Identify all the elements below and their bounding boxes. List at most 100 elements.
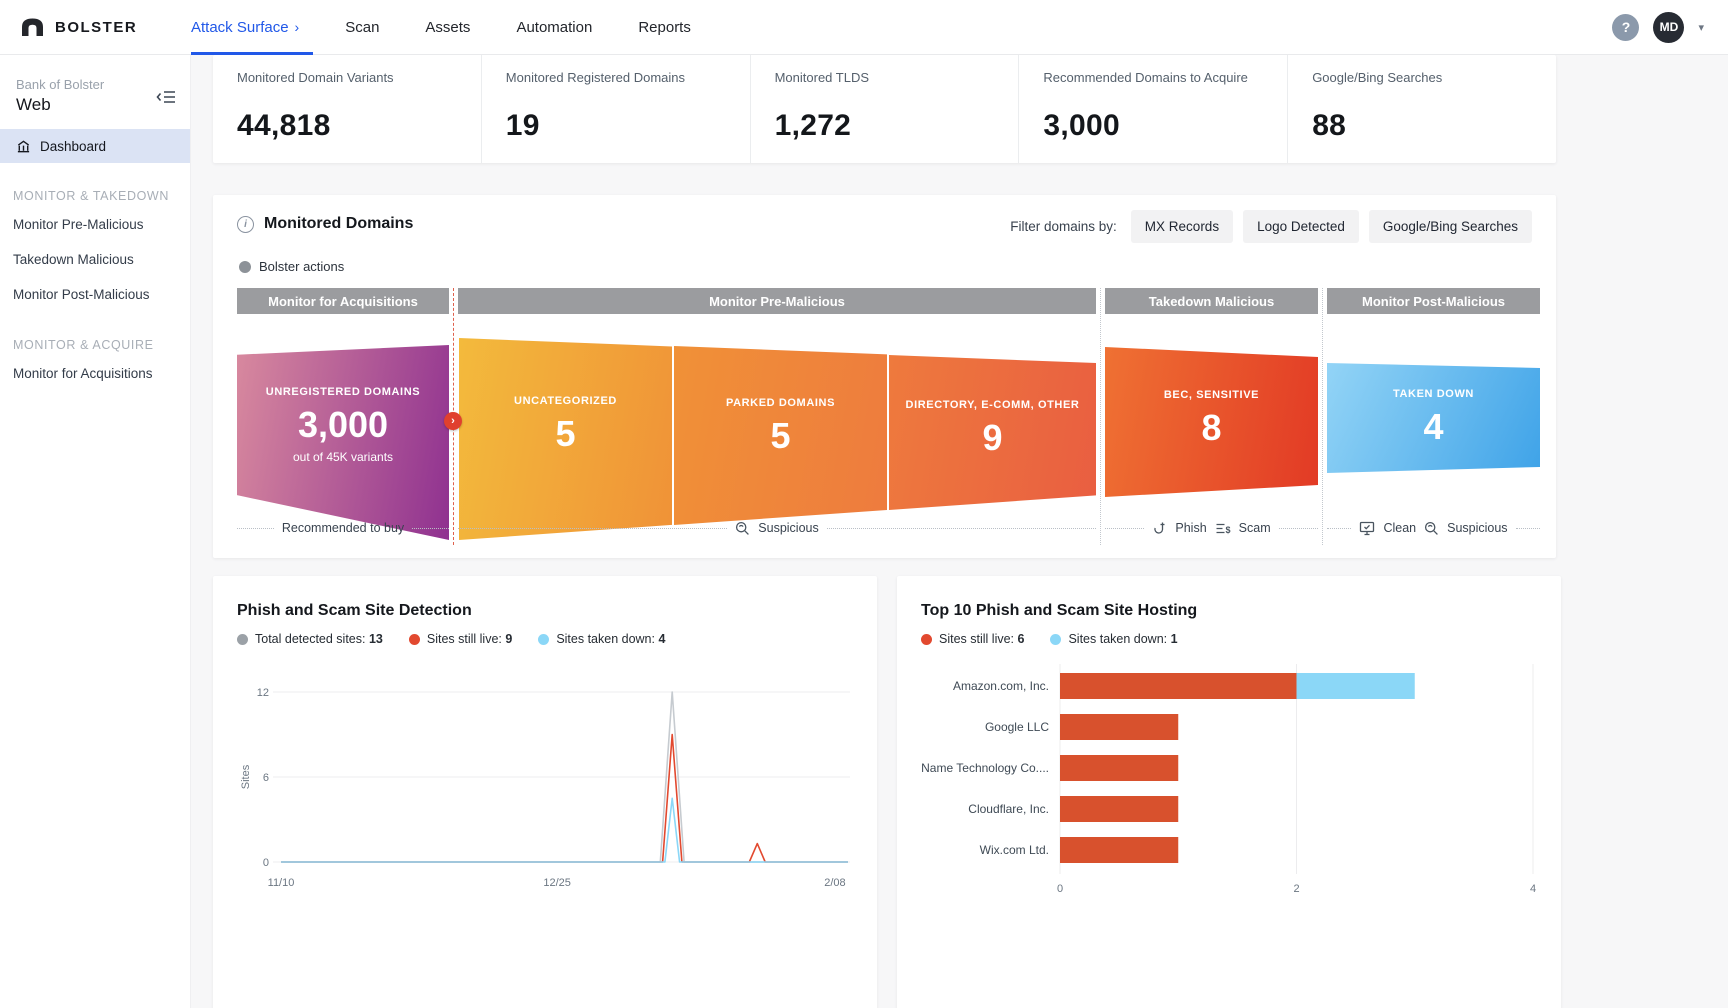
dashboard-bank-icon (16, 139, 31, 154)
y-axis-label: Sites (240, 764, 252, 789)
stage-separator (1100, 288, 1101, 545)
hosting-legend: Sites still live: 6 Sites taken down: 1 (921, 632, 1537, 646)
sidebar-item-label: Dashboard (40, 139, 106, 154)
sidebar-section-monitor-acquire: MONITOR & ACQUIRE (0, 312, 190, 356)
bar-sites-taken-down (1297, 673, 1415, 699)
legend-item: Sites taken down: 1 (1050, 632, 1177, 646)
sidebar-item-takedown-malicious[interactable]: Takedown Malicious (0, 242, 190, 277)
monitored-domains-card: i Monitored Domains Filter domains by: M… (213, 195, 1556, 558)
scam-icon: $ (1215, 521, 1231, 536)
filters-label: Filter domains by: (1010, 219, 1117, 234)
brand[interactable]: BOLSTER (0, 16, 191, 38)
stats-row: Monitored Domain Variants 44,818 Monitor… (213, 55, 1556, 163)
nav-right: ? MD ▾ (1612, 12, 1728, 43)
legend-item: Sites still live: 6 (921, 632, 1024, 646)
clean-icon (1359, 521, 1375, 536)
stage-monitor-pre-malicious: Monitor Pre-Malicious (458, 288, 1096, 314)
bar-sites-still-live (1060, 714, 1178, 740)
active-tab-underline (191, 52, 313, 55)
stat-monitored-domain-variants: Monitored Domain Variants 44,818 (213, 55, 481, 163)
x-tick-label: 2/08 (824, 877, 845, 889)
main-nav: Attack Surface › Scan Assets Automation … (191, 0, 691, 55)
category-label: Wix.com Ltd. (980, 843, 1049, 857)
sidebar-item-monitor-for-acquisitions[interactable]: Monitor for Acquisitions (0, 356, 190, 391)
nav-automation[interactable]: Automation (516, 0, 592, 55)
charts-row: Phish and Scam Site Detection Total dete… (213, 576, 1728, 1008)
stat-value: 44,818 (237, 109, 481, 143)
stat-label: Google/Bing Searches (1312, 70, 1556, 85)
hosting-bar-chart: 024Amazon.com, Inc.Google LLCeName Techn… (921, 656, 1537, 906)
category-label: eName Technology Co.... (921, 761, 1049, 775)
legend-item: Sites taken down: 4 (538, 632, 665, 646)
sidebar-section-monitor-takedown: MONITOR & TAKEDOWN (0, 163, 190, 207)
footer-acquisitions: Recommended to buy (237, 517, 449, 539)
legend-dot (239, 261, 251, 273)
funnel-block-uncategorized[interactable]: UNCATEGORIZED 5 (459, 338, 672, 540)
sidebar-item-monitor-post-malicious[interactable]: Monitor Post-Malicious (0, 277, 190, 312)
chevron-right-icon: › (295, 19, 300, 35)
stage-separator (1322, 288, 1323, 545)
legend-dot (409, 634, 420, 645)
funnel-block-parked-domains[interactable]: PARKED DOMAINS 5 (674, 346, 887, 525)
stat-label: Monitored Registered Domains (506, 70, 750, 85)
main-content: Monitored Domain Variants 44,818 Monitor… (191, 55, 1728, 1008)
y-tick-label: 0 (263, 857, 269, 869)
nav-assets[interactable]: Assets (425, 0, 470, 55)
chart-title: Phish and Scam Site Detection (237, 602, 853, 620)
stat-value: 19 (506, 109, 750, 143)
filter-google-bing-button[interactable]: Google/Bing Searches (1369, 210, 1532, 243)
nav-attack-surface[interactable]: Attack Surface › (191, 0, 299, 55)
detection-line-chart: 061211/1012/252/08Sites (237, 656, 853, 906)
legend-dot (237, 634, 248, 645)
sidebar-collapse-icon[interactable] (156, 89, 176, 110)
chart-title: Top 10 Phish and Scam Site Hosting (921, 602, 1537, 620)
chevron-down-icon[interactable]: ▾ (1698, 21, 1704, 34)
funnel-block-unregistered-domains[interactable]: UNREGISTERED DOMAINS 3,000 out of 45K va… (237, 345, 449, 540)
nav-scan[interactable]: Scan (345, 0, 379, 55)
category-label: Google LLC (985, 720, 1049, 734)
footer-pre-malicious: Suspicious (458, 517, 1096, 539)
org-name: Bank of Bolster (16, 77, 174, 92)
bar-sites-still-live (1060, 673, 1297, 699)
user-avatar[interactable]: MD (1653, 12, 1684, 43)
stage-takedown-malicious: Takedown Malicious (1105, 288, 1318, 314)
x-tick-label: 0 (1057, 883, 1063, 895)
workspace-name: Web (16, 95, 174, 115)
stat-value: 88 (1312, 109, 1556, 143)
sidebar-item-monitor-pre-malicious[interactable]: Monitor Pre-Malicious (0, 207, 190, 242)
funnel-block-taken-down[interactable]: TAKEN DOWN 4 (1327, 363, 1540, 473)
stat-label: Recommended Domains to Acquire (1043, 70, 1287, 85)
stat-google-bing-searches: Google/Bing Searches 88 (1287, 55, 1556, 163)
x-tick-label: 11/10 (268, 877, 295, 889)
workspace-switcher: Bank of Bolster Web (0, 55, 190, 129)
category-label: Amazon.com, Inc. (953, 679, 1049, 693)
phish-scam-detection-card: Phish and Scam Site Detection Total dete… (213, 576, 877, 1008)
stat-label: Monitored Domain Variants (237, 70, 481, 85)
funnel-block-bec-sensitive[interactable]: BEC, SENSITIVE 8 (1105, 347, 1318, 497)
legend-item: Total detected sites: 13 (237, 632, 383, 646)
filter-mx-records-button[interactable]: MX Records (1131, 210, 1233, 243)
filter-logo-detected-button[interactable]: Logo Detected (1243, 210, 1359, 243)
bar-sites-still-live (1060, 796, 1178, 822)
bolster-logo-icon (20, 16, 45, 38)
funnel-block-directory-ecomm-other[interactable]: DIRECTORY, E-COMM, OTHER 9 (889, 355, 1096, 510)
suspicious-icon (735, 521, 750, 536)
stat-recommended-domains: Recommended Domains to Acquire 3,000 (1018, 55, 1287, 163)
info-icon[interactable]: i (237, 216, 254, 233)
top-hosting-card: Top 10 Phish and Scam Site Hosting Sites… (897, 576, 1561, 1008)
bar-sites-still-live (1060, 755, 1178, 781)
series-sites-taken-down (281, 798, 848, 862)
x-tick-label: 12/25 (543, 877, 571, 889)
card-title: Monitored Domains (264, 215, 413, 233)
suspicious-icon (1424, 521, 1439, 536)
svg-text:$: $ (1225, 525, 1230, 535)
sidebar-item-dashboard[interactable]: Dashboard (0, 129, 190, 163)
footer-post-malicious: Clean Suspicious (1327, 517, 1540, 539)
nav-reports[interactable]: Reports (638, 0, 691, 55)
help-button[interactable]: ? (1612, 14, 1639, 41)
legend-dot (921, 634, 932, 645)
top-nav: BOLSTER Attack Surface › Scan Assets Aut… (0, 0, 1728, 55)
legend-dot (538, 634, 549, 645)
stat-monitored-registered-domains: Monitored Registered Domains 19 (481, 55, 750, 163)
funnel-flow-arrow-badge[interactable]: › (444, 412, 462, 430)
